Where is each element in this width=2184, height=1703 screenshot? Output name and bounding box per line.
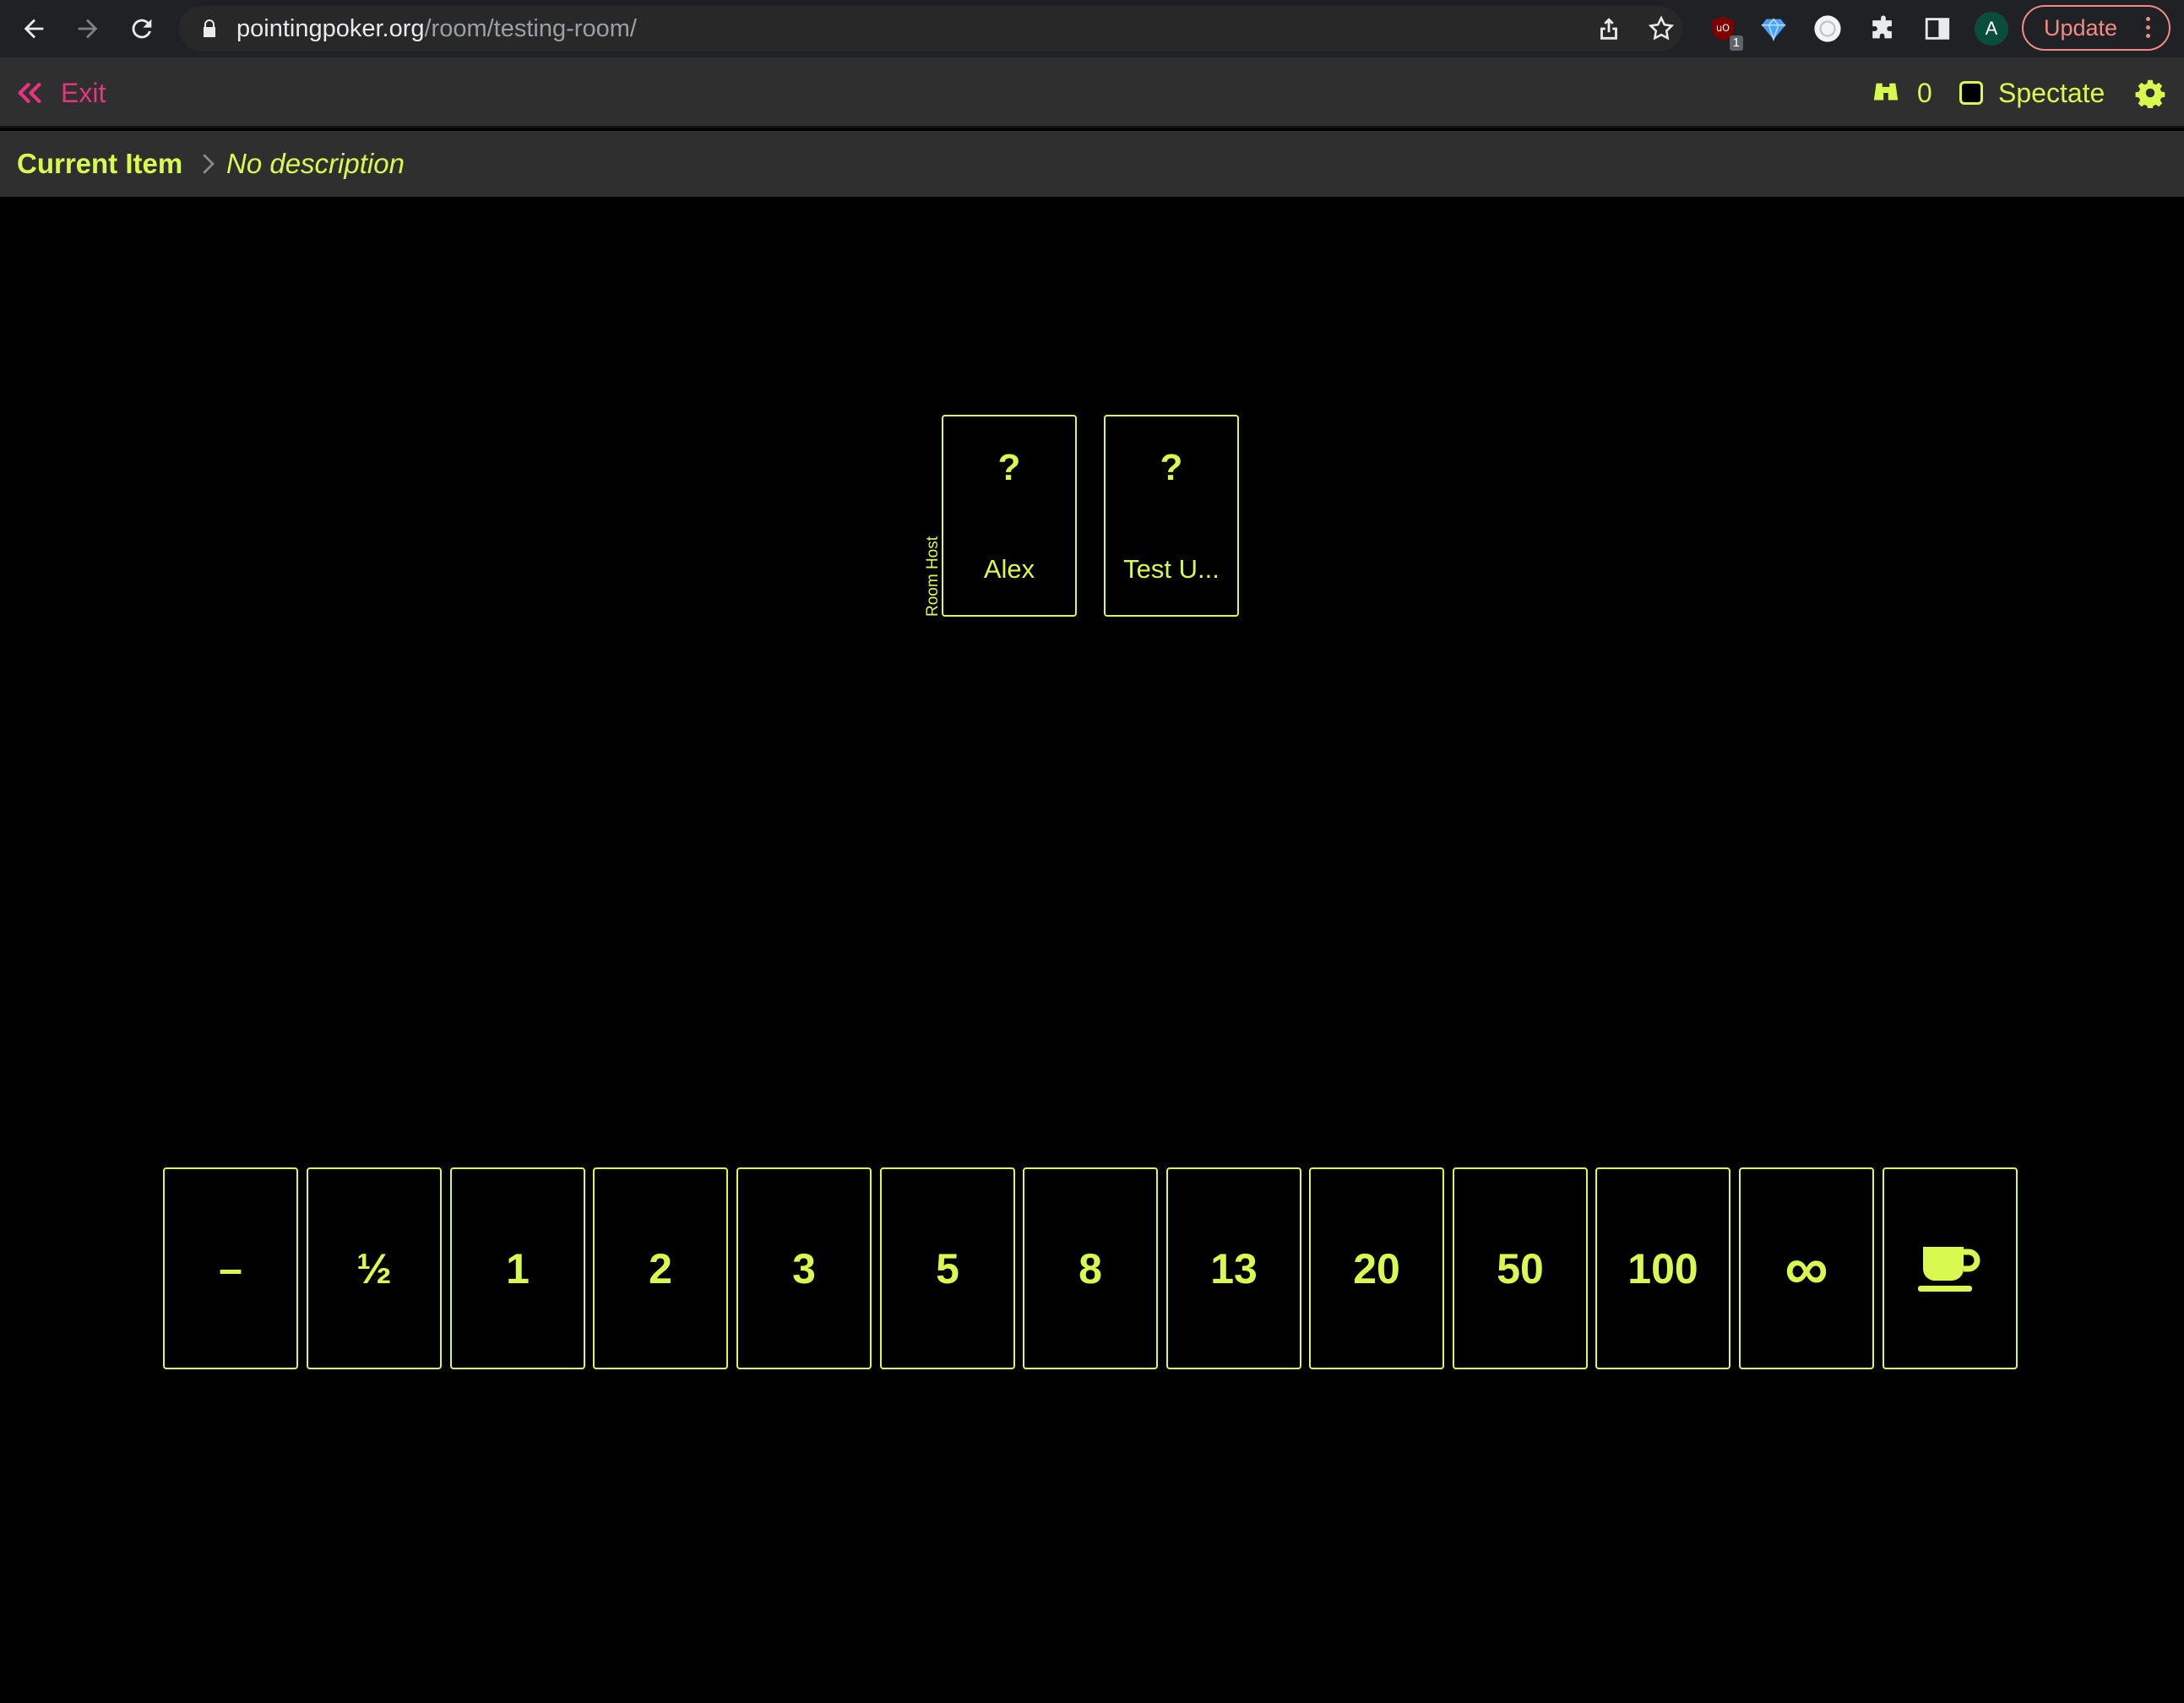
spectate-checkbox[interactable]	[1959, 81, 1983, 105]
address-bar[interactable]: pointingpoker.org/room/testing-room/	[179, 6, 1682, 52]
current-item-label: Current Item	[17, 148, 183, 179]
profile-avatar[interactable]: A	[1975, 12, 2008, 46]
vote-card-coffee[interactable]	[1882, 1167, 2018, 1369]
back-button[interactable]	[12, 7, 56, 51]
vote-card-20[interactable]: 20	[1309, 1167, 1444, 1369]
player-card-alex: ? Alex	[942, 415, 1077, 617]
vote-card-none[interactable]: –	[163, 1167, 298, 1369]
lock-icon	[204, 19, 215, 37]
circle-extension-icon[interactable]	[1809, 10, 1846, 47]
puzzle-icon	[1872, 15, 1892, 39]
vote-card-13[interactable]: 13	[1166, 1167, 1301, 1369]
player-card-test-user: ? Test U...	[1104, 415, 1239, 617]
vote-card-100[interactable]: 100	[1595, 1167, 1730, 1369]
arrow-left-icon	[24, 19, 44, 39]
spectator-count-value: 0	[1917, 77, 1932, 108]
extensions-button[interactable]	[1865, 10, 1902, 47]
double-chevron-left-icon	[18, 82, 41, 104]
vote-card-8[interactable]: 8	[1023, 1167, 1158, 1369]
update-label: Update	[2044, 14, 2118, 41]
vote-card-1[interactable]: 1	[450, 1167, 585, 1369]
url-domain: pointingpoker.org	[236, 15, 425, 42]
room-host-tag: Room Host	[924, 536, 942, 617]
arrow-right-icon	[78, 19, 98, 39]
browser-toolbar: pointingpoker.org/room/testing-room/ uO …	[0, 0, 2184, 57]
globe-extension-icon	[1814, 15, 1841, 42]
url-text: pointingpoker.org/room/testing-room/	[236, 6, 637, 52]
binoculars-icon	[1873, 83, 1899, 101]
vote-card-3[interactable]: 3	[736, 1167, 872, 1369]
share-icon[interactable]	[1595, 14, 1623, 43]
vote-card-infinity[interactable]: ∞	[1739, 1167, 1874, 1369]
url-path: /room/testing-room/	[424, 15, 637, 42]
vote-card-50[interactable]: 50	[1453, 1167, 1588, 1369]
ublock-count-badge: 1	[1729, 35, 1743, 51]
gem-extension-icon[interactable]	[1755, 10, 1792, 47]
player-vote: ?	[1160, 447, 1183, 488]
room-header: Exit 0 Spectate	[0, 57, 2184, 128]
spectator-count: 0	[1872, 57, 1932, 128]
svg-text:uO: uO	[1716, 22, 1730, 34]
vote-card-2[interactable]: 2	[593, 1167, 728, 1369]
vote-card-half[interactable]: ½	[307, 1167, 442, 1369]
player-name: Test U...	[1123, 554, 1220, 584]
side-panel-icon	[1925, 18, 1950, 40]
player-vote: ?	[997, 447, 1021, 488]
item-description[interactable]: No description	[226, 131, 405, 197]
player-name: Alex	[983, 554, 1035, 584]
reload-button[interactable]	[120, 7, 164, 51]
update-button[interactable]: Update	[2022, 5, 2170, 51]
side-panel-button[interactable]	[1919, 10, 1956, 47]
coffee-icon	[1918, 1246, 1980, 1292]
diamond-icon	[1761, 18, 1786, 41]
exit-button[interactable]: Exit	[15, 57, 106, 128]
kebab-menu-icon	[2146, 17, 2150, 42]
spectate-toggle[interactable]: Spectate	[1959, 57, 2105, 128]
chevron-right-icon	[203, 154, 215, 174]
forward-button[interactable]	[66, 7, 110, 51]
vote-card-5[interactable]: 5	[880, 1167, 1015, 1369]
bookmark-star-icon[interactable]	[1647, 14, 1676, 43]
breadcrumb: Current Item No description	[0, 131, 2184, 197]
reload-icon	[132, 19, 152, 39]
exit-label: Exit	[61, 77, 106, 108]
spectate-label: Spectate	[1998, 77, 2105, 108]
ublock-extension-icon[interactable]: uO 1	[1704, 10, 1743, 51]
gear-icon[interactable]	[2135, 78, 2165, 108]
